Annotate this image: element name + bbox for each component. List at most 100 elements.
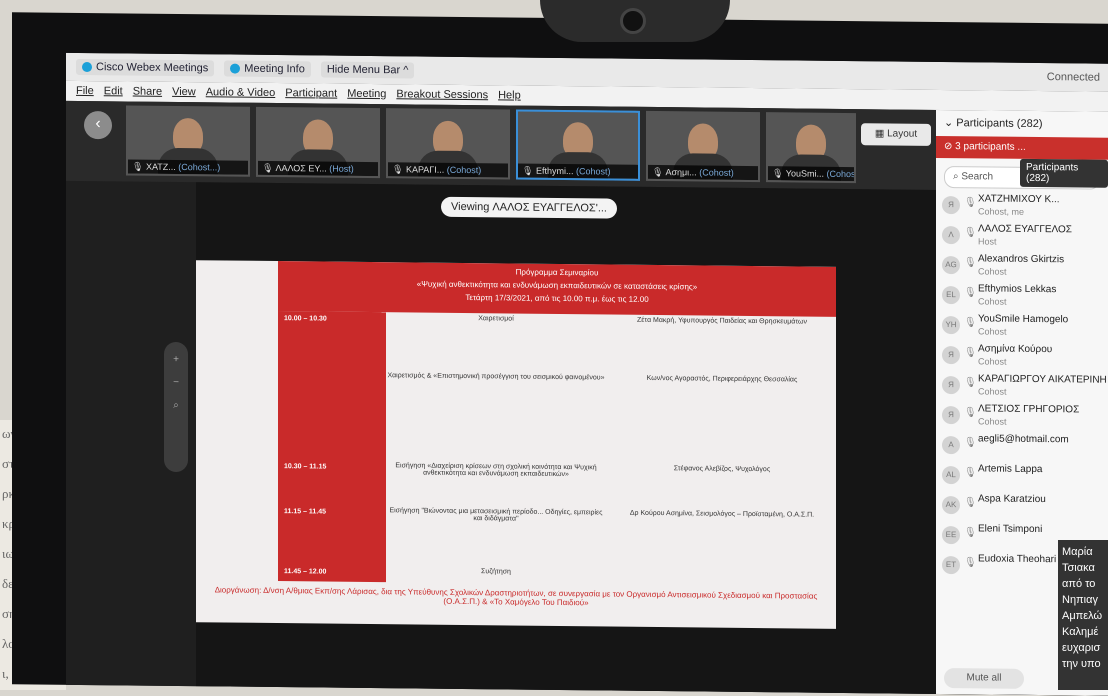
video-tile[interactable]: 🎙 ΛΑΛΟΣ ΕΥ... (Host): [256, 106, 380, 179]
mic-icon[interactable]: 🎙: [964, 317, 977, 329]
participant-role: Host: [978, 236, 997, 247]
participant-name: Artemis Lappa: [978, 463, 1043, 476]
avatar: AG: [942, 256, 960, 275]
avatar: Λ: [942, 226, 960, 245]
video-tile[interactable]: 🎙 Efthymi... (Cohost): [516, 109, 640, 181]
camera-lens-icon: [620, 8, 646, 34]
connection-status: Connected: [1046, 71, 1100, 84]
mic-icon[interactable]: 🎙: [964, 437, 977, 449]
viewing-indicator[interactable]: Viewing ΛΑΛΟΣ ΕΥΑΓΓΕΛΟΣ'...: [441, 196, 617, 219]
info-icon: [230, 63, 241, 74]
participant-name: ΛΕΤΣΙΟΣ ΓΡΗΓΟΡΙΟΣ: [978, 403, 1080, 416]
participant-name: ΛΑΛΟΣ ΕΥΑΓΓΕΛΟΣ: [978, 223, 1072, 236]
menu-item[interactable]: Participant: [285, 87, 337, 100]
tile-caption: 🎙 Aσημι... (Cohost): [648, 164, 758, 181]
mic-icon[interactable]: 🎙: [964, 257, 977, 269]
participant-item[interactable]: A 🎙 aegli5@hotmail.com: [936, 430, 1108, 462]
participant-item[interactable]: YH 🎙 YouSmile Hamogelo Cohost: [936, 310, 1108, 342]
avatar: Я: [942, 196, 960, 215]
webcam: [540, 0, 730, 42]
row-time: 11.45 – 12.00: [284, 568, 327, 576]
menu-item[interactable]: Meeting: [347, 88, 386, 100]
zoom-in-icon[interactable]: +: [164, 354, 188, 365]
mic-icon[interactable]: 🎙: [964, 467, 977, 479]
strip-prev-button[interactable]: ‹: [84, 111, 112, 140]
avatar: Я: [942, 346, 960, 365]
participant-name: Efthymios Lekkas: [978, 283, 1057, 296]
participant-name: YouSmile Hamogelo: [978, 313, 1069, 326]
search-zoom-icon[interactable]: ⌕: [164, 400, 188, 411]
mic-icon[interactable]: 🎙: [964, 197, 977, 209]
video-tile[interactable]: 🎙 Aσημι... (Cohost): [646, 110, 760, 183]
row-speaker: Κων/νος Αγοραστός, Περιφερειάρχης Θεσσαλ…: [646, 374, 798, 384]
menu-item[interactable]: View: [172, 86, 196, 98]
participant-item[interactable]: Я 🎙 Ασημίνα Κούρου Cohost: [936, 340, 1108, 372]
meeting-info-button[interactable]: Meeting Info: [224, 60, 311, 78]
mic-icon[interactable]: 🎙: [964, 227, 977, 239]
video-tile[interactable]: 🎙 YouSmi... (Cohost): [766, 112, 856, 184]
participant-item[interactable]: AL 🎙 Artemis Lappa: [936, 460, 1108, 492]
participant-name: aegli5@hotmail.com: [978, 433, 1069, 446]
row-speaker: Ζέτα Μακρή, Υφυπουργός Παιδείας και Θρησ…: [637, 316, 807, 326]
slide-banner: Πρόγραμμα Σεμιναρίου «Ψυχική ανθεκτικότη…: [278, 261, 836, 317]
participant-item[interactable]: EL 🎙 Efthymios Lekkas Cohost: [936, 280, 1108, 312]
tile-caption: 🎙 YouSmi... (Cohost): [768, 166, 854, 182]
layout-button[interactable]: ▦ Layout: [861, 123, 931, 146]
slide-date: Τετάρτη 17/3/2021, από τις 10.00 π.μ. έω…: [465, 293, 649, 304]
participant-name: ΧΑΤΖΗΜΙΧΟΥ Κ...: [978, 193, 1060, 206]
tile-caption: 🎙 Efthymi... (Cohost): [518, 163, 638, 179]
menu-item[interactable]: Breakout Sessions: [396, 88, 488, 101]
mic-icon[interactable]: 🎙: [964, 557, 977, 569]
zoom-controls[interactable]: + − ⌕: [164, 341, 188, 473]
menu-item[interactable]: Share: [133, 86, 162, 98]
participants-header[interactable]: ⌄ Participants (282): [936, 110, 1108, 138]
participant-name: Eleni Tsimponi: [978, 523, 1043, 536]
menu-item[interactable]: Audio & Video: [206, 86, 276, 99]
avatar: Я: [942, 376, 960, 395]
app-title[interactable]: Cisco Webex Meetings: [76, 58, 215, 77]
row-time: 10.00 – 10.30: [284, 315, 327, 323]
mic-icon[interactable]: 🎙: [964, 287, 977, 299]
mic-icon[interactable]: 🎙: [964, 497, 977, 509]
avatar: ET: [942, 556, 960, 575]
menu-item[interactable]: Help: [498, 89, 521, 101]
participant-name: Ασημίνα Κούρου: [978, 343, 1053, 356]
row-time: 10.30 – 11.15: [284, 463, 327, 471]
participant-item[interactable]: Я 🎙 ΧΑΤΖΗΜΙΧΟΥ Κ... Cohost, me: [936, 190, 1108, 222]
participant-role: Cohost: [978, 326, 1007, 337]
row-activity: Χαιρετισμοί: [478, 315, 514, 323]
participants-warning[interactable]: ⊘ 3 participants ...: [936, 135, 1108, 160]
webex-logo-icon: [82, 61, 92, 73]
monitor: Cisco Webex Meetings Meeting Info Hide M…: [12, 12, 1108, 696]
participant-item[interactable]: AG 🎙 Alexandros Gkirtzis Cohost: [936, 250, 1108, 282]
participant-name: Aspa Karatziou: [978, 493, 1046, 506]
participant-item[interactable]: Я 🎙 ΛΕΤΣΙΟΣ ΓΡΗΓΟΡΙΟΣ Cohost: [936, 400, 1108, 432]
participant-item[interactable]: Я 🎙 ΚΑΡΑΓΙΩΡΓΟΥ ΑΙΚΑΤΕΡΙΝΗ Cohost: [936, 370, 1108, 402]
tile-caption: 🎙 XATZ... (Cohost...): [128, 159, 248, 175]
hide-menu-bar-button[interactable]: Hide Menu Bar ^: [320, 61, 415, 79]
participant-item[interactable]: AK 🎙 Aspa Karatziou: [936, 490, 1108, 522]
webex-window: Cisco Webex Meetings Meeting Info Hide M…: [66, 52, 1108, 696]
row-activity: Εισήγηση "Βιώνοντας μια μετασεισμική περ…: [389, 507, 603, 523]
avatar: YH: [942, 316, 960, 335]
participants-tooltip: Participants (282): [1020, 158, 1108, 188]
video-tile[interactable]: 🎙 XATZ... (Cohost...): [126, 105, 250, 177]
menu-item[interactable]: Edit: [104, 85, 123, 97]
video-tile[interactable]: 🎙 ΚΑΡΑΓΙ... (Cohost): [386, 108, 510, 180]
menu-item[interactable]: File: [76, 85, 94, 97]
zoom-out-icon[interactable]: −: [164, 377, 188, 388]
participant-name: Alexandros Gkirtzis: [978, 253, 1065, 266]
mic-icon[interactable]: 🎙: [964, 377, 977, 389]
row-speaker: Στέφανος Αλεβίζος, Ψυχολόγος: [673, 465, 771, 474]
avatar: Я: [942, 406, 960, 425]
participant-item[interactable]: Λ 🎙 ΛΑΛΟΣ ΕΥΑΓΓΕΛΟΣ Host: [936, 220, 1108, 252]
mic-icon[interactable]: 🎙: [964, 527, 977, 539]
row-speaker: Δρ Κούρου Ασημίνα, Σεισμολόγος – Προϊστα…: [629, 509, 815, 519]
row-activity: Εισήγηση «Διαχείριση κρίσεων στη σχολική…: [395, 462, 597, 479]
slide-title: Πρόγραμμα Σεμιναρίου: [515, 267, 599, 278]
chat-popup[interactable]: Μαρία Τσιακα από το Νηπιαγ Αμπελώ Καλημέ…: [1058, 540, 1108, 690]
avatar: AK: [942, 496, 960, 515]
mute-all-button[interactable]: Mute all: [944, 668, 1024, 689]
mic-icon[interactable]: 🎙: [964, 347, 977, 359]
mic-icon[interactable]: 🎙: [964, 407, 977, 419]
